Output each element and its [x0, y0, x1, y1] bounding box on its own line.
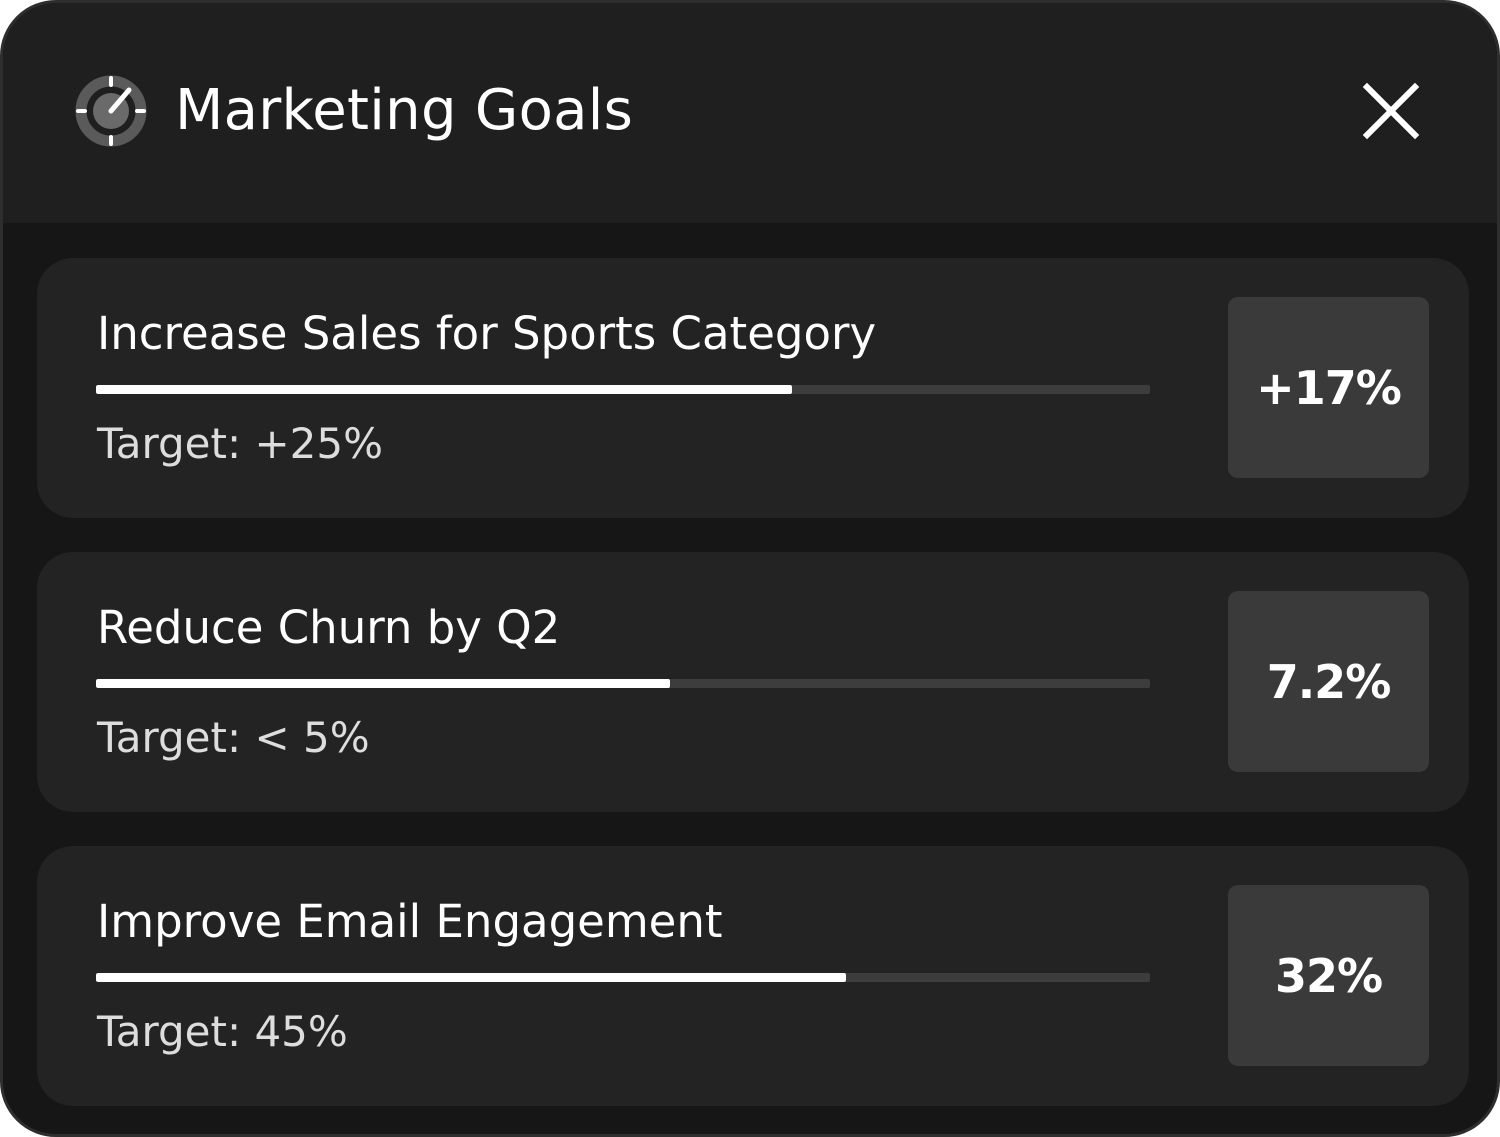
- goal-card-sales: Increase Sales for Sports Category Targe…: [37, 258, 1469, 518]
- goal-title: Increase Sales for Sports Category: [97, 307, 877, 360]
- goal-value-badge: +17%: [1228, 297, 1429, 478]
- target-icon: [75, 75, 147, 147]
- goal-value: 32%: [1274, 948, 1383, 1003]
- goal-value-badge: 7.2%: [1228, 591, 1429, 772]
- goal-card-churn: Reduce Churn by Q2 Target: < 5% 7.2%: [37, 552, 1469, 812]
- goal-card-email: Improve Email Engagement Target: 45% 32%: [37, 846, 1469, 1106]
- goal-value: 7.2%: [1266, 654, 1392, 709]
- goal-value-badge: 32%: [1228, 885, 1429, 1066]
- progress-fill: [96, 679, 671, 688]
- close-icon[interactable]: [1355, 75, 1427, 147]
- progress-bar: [96, 679, 1150, 688]
- progress-bar: [96, 385, 1150, 394]
- goal-title: Reduce Churn by Q2: [97, 601, 561, 654]
- goals-list: Increase Sales for Sports Category Targe…: [37, 258, 1469, 1134]
- progress-bar: [96, 973, 1150, 982]
- progress-fill: [96, 973, 847, 982]
- marketing-goals-panel: Marketing Goals Increase Sales for Sport…: [0, 0, 1500, 1137]
- panel-title: Marketing Goals: [175, 78, 634, 143]
- goal-value: +17%: [1256, 360, 1402, 415]
- goal-target: Target: 45%: [97, 1007, 348, 1056]
- progress-fill: [96, 385, 792, 394]
- goal-title: Improve Email Engagement: [97, 895, 723, 948]
- goal-target: Target: < 5%: [97, 713, 370, 762]
- goal-target: Target: +25%: [97, 419, 383, 468]
- panel-header: Marketing Goals: [3, 3, 1497, 223]
